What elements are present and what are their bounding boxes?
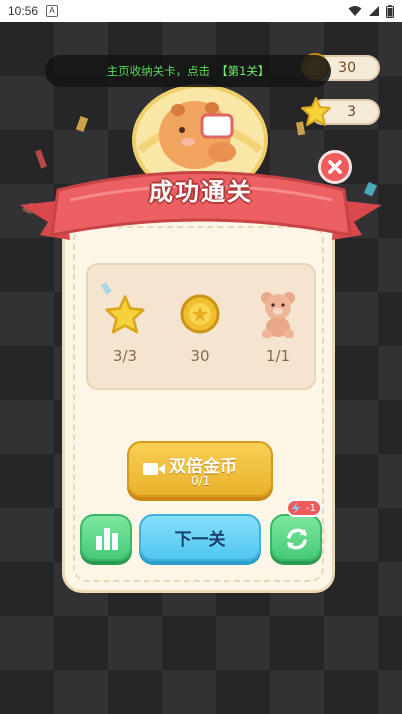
refresh-cost-badge: -1 bbox=[286, 499, 322, 517]
clock: 10:56 bbox=[8, 4, 39, 18]
close-button[interactable] bbox=[318, 150, 352, 184]
video-ad-icon bbox=[143, 463, 165, 475]
close-icon bbox=[328, 160, 342, 174]
coins-value: 30 bbox=[338, 60, 356, 76]
bar-chart-icon bbox=[96, 528, 118, 550]
battery-icon bbox=[386, 4, 394, 18]
reward-bear-value: 1/1 bbox=[265, 347, 291, 365]
lightning-icon bbox=[292, 502, 300, 514]
hint-level-highlight: 【第1关】 bbox=[216, 64, 270, 78]
app-notification-icon: A bbox=[46, 5, 59, 17]
sparkle-icon bbox=[100, 282, 112, 295]
cell-signal-icon bbox=[369, 6, 379, 16]
reward-coins-value: 30 bbox=[190, 347, 210, 365]
hint-text: 主页收纳关卡，点击 bbox=[106, 64, 211, 78]
next-level-button[interactable]: 下一关 bbox=[139, 514, 261, 561]
status-bar: 10:56 A bbox=[0, 0, 402, 22]
double-coins-button[interactable]: 双倍金币 0/1 bbox=[127, 441, 273, 497]
reward-stars-value: 3/3 bbox=[112, 347, 138, 365]
wifi-icon bbox=[348, 6, 362, 16]
hint-toast: 主页收纳关卡，点击 【第1关】 bbox=[45, 55, 331, 87]
reward-coin-icon bbox=[180, 294, 220, 334]
star-icon bbox=[301, 97, 331, 126]
refresh-icon bbox=[287, 528, 307, 550]
stars-value: 3 bbox=[347, 104, 356, 120]
next-level-label: 下一关 bbox=[174, 530, 226, 550]
refresh-cost-value: -1 bbox=[306, 502, 316, 514]
reward-teddy-bear-icon bbox=[261, 292, 295, 338]
double-coins-count: 0/1 bbox=[191, 474, 211, 488]
refresh-button[interactable] bbox=[270, 514, 322, 561]
ranking-button[interactable] bbox=[80, 514, 132, 561]
reward-star-icon bbox=[105, 295, 145, 334]
